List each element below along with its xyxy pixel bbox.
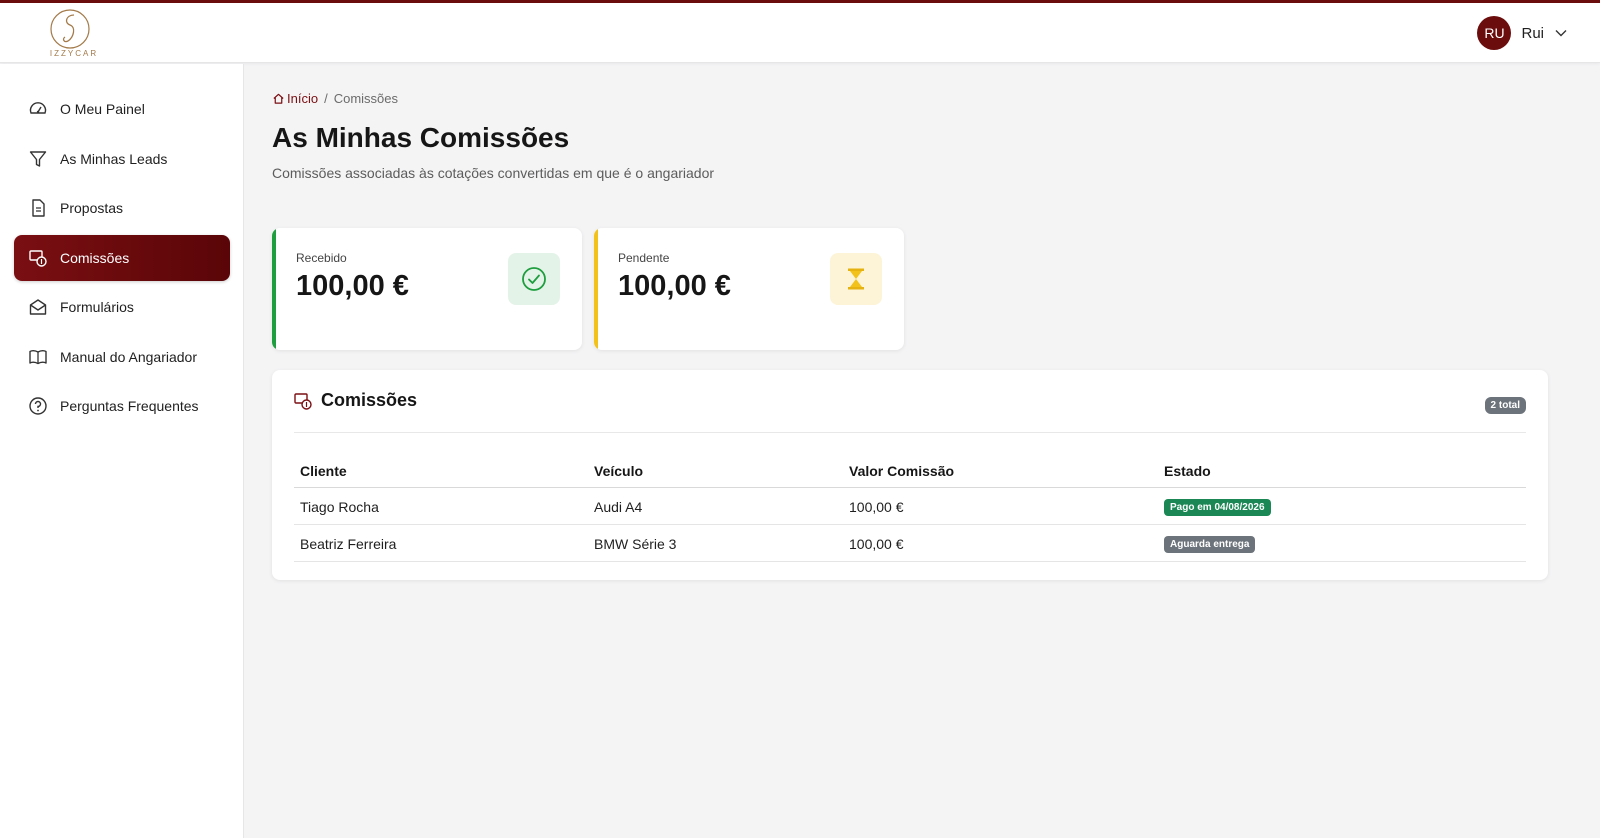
sidebar-item-label: Manual do Angariador xyxy=(60,349,197,365)
sidebar-item-label: Perguntas Frequentes xyxy=(60,398,199,414)
sidebar-item-forms[interactable]: Formulários xyxy=(14,284,230,330)
received-label: Recebido xyxy=(296,251,347,265)
sidebar-item-label: O Meu Painel xyxy=(60,101,145,117)
pending-stat-card: Pendente 100,00 € xyxy=(594,228,904,350)
sidebar-item-manual[interactable]: Manual do Angariador xyxy=(14,334,230,380)
vehicle-cell: BMW Série 3 xyxy=(588,524,843,562)
avatar: RU xyxy=(1477,16,1512,50)
logo-text: IZZYCAR xyxy=(49,49,99,58)
total-count-badge: 2 total xyxy=(1484,397,1526,414)
status-cell: Pago em 04/08/2026 xyxy=(1158,487,1526,525)
card-divider xyxy=(294,432,1526,433)
chevron-down-icon xyxy=(1555,30,1567,37)
value-cell: 100,00 € xyxy=(843,487,1158,525)
vehicle-cell: Audi A4 xyxy=(588,487,843,525)
received-stat-card: Recebido 100,00 € xyxy=(272,228,582,350)
document-icon xyxy=(32,199,45,217)
commissions-table: Cliente Veículo Valor Comissão Estado Ti… xyxy=(294,454,1526,562)
user-name: Rui xyxy=(1521,24,1544,42)
home-icon xyxy=(273,93,284,104)
page-subtitle: Comissões associadas às cotações convert… xyxy=(272,165,715,181)
breadcrumb-home-label: Início xyxy=(287,91,319,106)
sidebar-item-faq[interactable]: Perguntas Frequentes xyxy=(14,383,230,429)
pending-label: Pendente xyxy=(618,251,670,265)
sidebar-item-label: Formulários xyxy=(60,299,134,315)
column-header-vehicle: Veículo xyxy=(588,454,843,488)
logo-mark-icon xyxy=(50,9,90,49)
sidebar-item-label: As Minhas Leads xyxy=(60,151,168,167)
check-circle-icon xyxy=(508,253,560,305)
received-value: 100,00 € xyxy=(296,270,409,302)
column-header-value: Valor Comissão xyxy=(843,454,1158,488)
izzycar-logo[interactable]: IZZYCAR xyxy=(46,7,102,61)
breadcrumb-separator: / xyxy=(324,91,328,106)
sidebar-item-commissions[interactable]: Comissões xyxy=(14,235,230,281)
commission-icon xyxy=(294,392,312,410)
page-title: As Minhas Comissões xyxy=(272,122,570,153)
envelope-icon xyxy=(29,299,47,315)
book-icon xyxy=(29,350,47,365)
received-accent-bar xyxy=(272,228,276,350)
sidebar-item-dashboard[interactable]: O Meu Painel xyxy=(14,86,230,132)
column-header-status: Estado xyxy=(1158,454,1526,488)
pending-value: 100,00 € xyxy=(618,270,731,302)
commissions-card-title: Comissões xyxy=(321,390,418,410)
value-cell: 100,00 € xyxy=(843,524,1158,562)
table-row: Tiago Rocha Audi A4 100,00 € Pago em 04/… xyxy=(294,487,1526,525)
sidebar-item-label: Propostas xyxy=(60,200,124,216)
table-header-row: Cliente Veículo Valor Comissão Estado xyxy=(294,454,1526,488)
breadcrumb-home-link[interactable]: Início xyxy=(272,91,318,106)
commission-icon xyxy=(29,250,47,267)
sidebar-item-label: Comissões xyxy=(60,250,130,266)
sidebar: O Meu Painel As Minhas Leads Propostas C… xyxy=(0,64,244,838)
commissions-card-header: Comissões xyxy=(293,390,417,411)
top-header: IZZYCAR RU Rui xyxy=(0,3,1600,63)
client-cell: Beatriz Ferreira xyxy=(294,524,588,562)
pending-accent-bar xyxy=(594,228,598,350)
breadcrumb-current: Comissões xyxy=(333,91,398,106)
dashboard-gauge-icon xyxy=(29,102,47,114)
sidebar-item-proposals[interactable]: Propostas xyxy=(14,185,230,231)
status-badge: Pago em 04/08/2026 xyxy=(1164,499,1271,516)
question-circle-icon xyxy=(29,397,47,415)
status-cell: Aguarda entrega xyxy=(1158,524,1526,562)
hourglass-icon xyxy=(830,253,882,305)
main-content: Início / Comissões As Minhas Comissões C… xyxy=(244,64,1600,838)
column-header-client: Cliente xyxy=(294,454,588,488)
client-cell: Tiago Rocha xyxy=(294,487,588,525)
breadcrumb: Início / Comissões xyxy=(272,91,398,106)
commissions-table-card: Comissões 2 total Cliente Veículo Valor … xyxy=(272,370,1548,580)
funnel-icon xyxy=(29,151,47,167)
sidebar-item-leads[interactable]: As Minhas Leads xyxy=(14,136,230,182)
user-menu[interactable]: RU Rui xyxy=(1477,16,1568,50)
table-row: Beatriz Ferreira BMW Série 3 100,00 € Ag… xyxy=(294,524,1526,562)
status-badge: Aguarda entrega xyxy=(1164,536,1256,553)
